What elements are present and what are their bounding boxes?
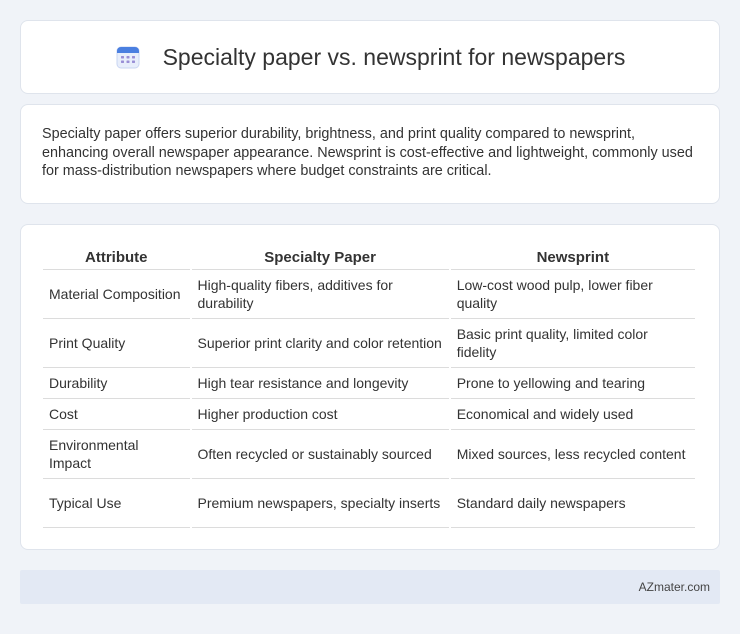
footer-bar: AZmater.com [20, 570, 720, 604]
table-cell-specialty-paper: Often recycled or sustainably sourced [191, 430, 449, 479]
table-cell-specialty-paper: Premium newspapers, specialty inserts [191, 479, 449, 528]
table-cell-specialty-paper: Superior print clarity and color retenti… [191, 319, 449, 368]
table-cell-newsprint: Basic print quality, limited color fidel… [450, 319, 695, 368]
page-title: Specialty paper vs. newsprint for newspa… [162, 43, 626, 70]
table-cell-newsprint: Mixed sources, less recycled content [450, 430, 695, 479]
table-cell-attribute: Typical Use [43, 479, 190, 528]
header: Specialty paper vs. newsprint for newspa… [115, 43, 626, 71]
comparison-table: Attribute Specialty Paper Newsprint Mate… [41, 245, 697, 528]
column-header-specialty-paper: Specialty Paper [191, 245, 449, 270]
table-cell-attribute: Environmental Impact [43, 430, 190, 479]
summary-card: Specialty paper offers superior durabili… [20, 104, 720, 204]
table-cell-attribute: Print Quality [43, 319, 190, 368]
table-cell-newsprint: Low-cost wood pulp, lower fiber quality [450, 270, 695, 319]
footer-brand: AZmater.com [638, 580, 710, 594]
column-header-newsprint: Newsprint [450, 245, 695, 270]
column-header-attribute: Attribute [43, 245, 190, 270]
summary-text: Specialty paper offers superior durabili… [42, 126, 693, 179]
table-row: Durability High tear resistance and long… [43, 368, 695, 399]
table-cell-specialty-paper: High tear resistance and longevity [191, 368, 449, 399]
table-cell-newsprint: Standard daily newspapers [450, 479, 695, 528]
table-row: Environmental Impact Often recycled or s… [43, 430, 695, 479]
table-cell-attribute: Material Composition [43, 270, 190, 319]
table-row: Print Quality Superior print clarity and… [43, 319, 695, 368]
comparison-table-card: Attribute Specialty Paper Newsprint Mate… [20, 224, 720, 550]
calendar-icon [116, 46, 140, 69]
table-cell-newsprint: Economical and widely used [450, 399, 695, 430]
table-row: Cost Higher production cost Economical a… [43, 399, 695, 430]
table-cell-newsprint: Prone to yellowing and tearing [450, 368, 695, 399]
table-row: Typical Use Premium newspapers, specialt… [43, 479, 695, 528]
header-card: Specialty paper vs. newsprint for newspa… [20, 20, 720, 94]
table-cell-specialty-paper: Higher production cost [191, 399, 449, 430]
table-cell-specialty-paper: High-quality fibers, additives for durab… [191, 270, 449, 319]
table-cell-attribute: Cost [43, 399, 190, 430]
table-cell-attribute: Durability [43, 368, 190, 399]
table-row: Material Composition High-quality fibers… [43, 270, 695, 319]
table-header-row: Attribute Specialty Paper Newsprint [43, 245, 695, 270]
